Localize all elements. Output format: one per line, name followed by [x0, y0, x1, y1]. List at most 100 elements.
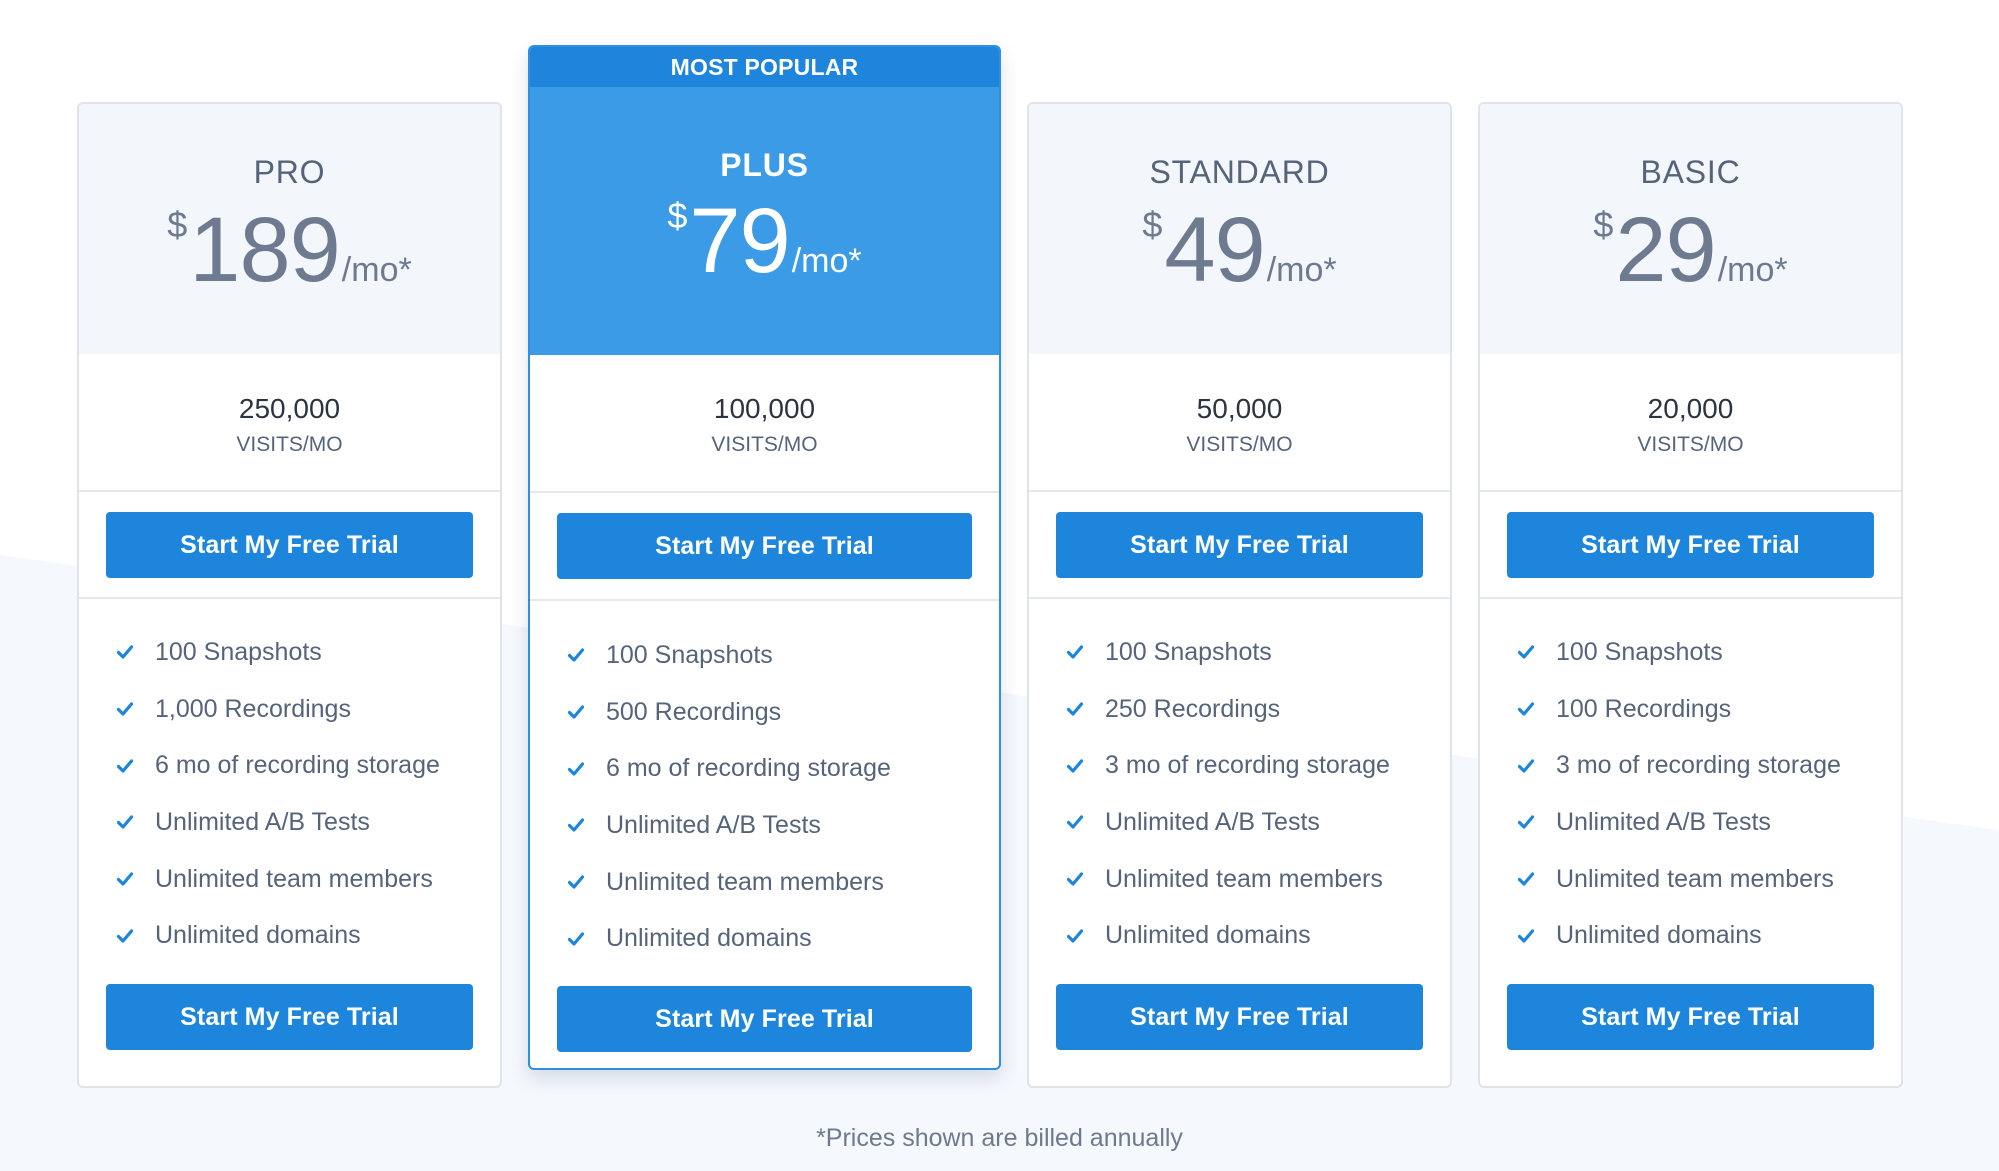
visits-block: 20,000 VISITS/MO — [1480, 393, 1901, 457]
checkmark-icon — [117, 702, 133, 716]
feature-label: 3 mo of recording storage — [1556, 751, 1841, 780]
feature-item: 250 Recordings — [1067, 681, 1390, 738]
visits-block: 250,000 VISITS/MO — [79, 393, 500, 457]
feature-label: Unlimited team members — [155, 864, 433, 893]
visits-unit: VISITS/MO — [711, 433, 818, 456]
start-free-trial-button-bottom[interactable]: Start My Free Trial — [106, 984, 473, 1050]
feature-label: 1,000 Recordings — [155, 694, 351, 723]
feature-item: 100 Snapshots — [1518, 624, 1841, 681]
checkmark-icon — [117, 759, 133, 773]
start-free-trial-button-top[interactable]: Start My Free Trial — [1507, 512, 1874, 578]
feature-item: Unlimited team members — [117, 851, 440, 908]
feature-label: Unlimited A/B Tests — [1556, 807, 1771, 836]
feature-item: 3 mo of recording storage — [1067, 737, 1390, 794]
visits-unit: VISITS/MO — [1186, 433, 1293, 456]
plan-name: PRO — [253, 154, 326, 190]
feature-item: Unlimited domains — [1067, 907, 1390, 964]
start-free-trial-button-top[interactable]: Start My Free Trial — [1056, 512, 1423, 578]
billing-footnote: *Prices shown are billed annually — [816, 1124, 1183, 1152]
visits-unit: VISITS/MO — [236, 433, 343, 456]
checkmark-icon — [1067, 929, 1083, 943]
divider — [1029, 490, 1450, 492]
feature-item: Unlimited A/B Tests — [568, 797, 891, 854]
start-free-trial-button-bottom[interactable]: Start My Free Trial — [1056, 984, 1423, 1050]
checkmark-icon — [1067, 645, 1083, 659]
feature-item: Unlimited A/B Tests — [1067, 794, 1390, 851]
plan-header: PLUS $79/mo* — [530, 87, 999, 355]
price-amount: 49 — [1164, 199, 1265, 301]
feature-label: 100 Snapshots — [155, 637, 322, 666]
pricing-plans: PRO $189/mo* 250,000 VISITS/MO Start My … — [0, 0, 1999, 1171]
visits-count: 50,000 — [1196, 393, 1283, 424]
feature-label: 100 Recordings — [1556, 694, 1732, 723]
most-popular-badge: MOST POPULAR — [530, 47, 999, 87]
feature-list: 100 Snapshots 250 Recordings 3 mo of rec… — [1067, 624, 1390, 964]
feature-label: Unlimited team members — [1556, 864, 1834, 893]
feature-item: 100 Snapshots — [117, 624, 440, 681]
plan-price: $79/mo* — [530, 193, 999, 289]
visits-count: 100,000 — [713, 393, 816, 424]
price-period: /mo* — [1717, 251, 1788, 289]
checkmark-icon — [568, 818, 584, 833]
feature-list: 100 Snapshots 1,000 Recordings 6 mo of r… — [117, 624, 440, 964]
plan-card-standard: STANDARD $49/mo* 50,000 VISITS/MO Start … — [1027, 102, 1452, 1088]
divider — [1029, 597, 1450, 599]
plan-header: PRO $189/mo* — [79, 104, 500, 354]
checkmark-icon — [1518, 872, 1534, 886]
feature-label: Unlimited domains — [1105, 921, 1311, 950]
checkmark-icon — [1067, 759, 1083, 773]
feature-label: 3 mo of recording storage — [1105, 751, 1390, 780]
divider — [530, 599, 999, 601]
checkmark-icon — [1518, 815, 1534, 830]
start-free-trial-button-top[interactable]: Start My Free Trial — [106, 512, 473, 578]
checkmark-icon — [117, 645, 133, 659]
divider — [1480, 597, 1901, 599]
feature-item: 6 mo of recording storage — [568, 740, 891, 797]
price-amount: 79 — [689, 190, 790, 292]
start-free-trial-button-top[interactable]: Start My Free Trial — [557, 513, 972, 579]
feature-item: Unlimited A/B Tests — [1518, 794, 1841, 851]
start-free-trial-button-bottom[interactable]: Start My Free Trial — [557, 986, 972, 1052]
price-currency: $ — [1142, 204, 1163, 245]
feature-item: Unlimited team members — [568, 854, 891, 911]
plan-name: PLUS — [720, 147, 809, 183]
plan-header: BASIC $29/mo* — [1480, 104, 1901, 354]
feature-label: Unlimited A/B Tests — [155, 807, 370, 836]
checkmark-icon — [568, 648, 584, 662]
divider — [1480, 490, 1901, 492]
feature-item: Unlimited team members — [1067, 851, 1390, 908]
checkmark-icon — [117, 872, 133, 886]
visits-block: 100,000 VISITS/MO — [530, 393, 999, 457]
feature-list: 100 Snapshots 100 Recordings 3 mo of rec… — [1518, 624, 1841, 964]
feature-label: Unlimited domains — [155, 921, 361, 950]
checkmark-icon — [1518, 929, 1534, 943]
plan-header: STANDARD $49/mo* — [1029, 104, 1450, 354]
checkmark-icon — [1518, 702, 1534, 716]
feature-item: Unlimited A/B Tests — [117, 794, 440, 851]
plan-card-basic: BASIC $29/mo* 20,000 VISITS/MO Start My … — [1478, 102, 1903, 1088]
feature-item: Unlimited domains — [117, 907, 440, 964]
feature-label: 500 Recordings — [606, 697, 782, 726]
checkmark-icon — [1067, 872, 1083, 886]
plan-card-pro: PRO $189/mo* 250,000 VISITS/MO Start My … — [77, 102, 502, 1088]
feature-label: Unlimited domains — [606, 924, 812, 953]
plan-name: STANDARD — [1149, 154, 1330, 190]
price-currency: $ — [667, 195, 688, 236]
feature-label: 100 Snapshots — [606, 640, 773, 669]
feature-label: Unlimited A/B Tests — [606, 810, 821, 839]
start-free-trial-button-bottom[interactable]: Start My Free Trial — [1507, 984, 1874, 1050]
feature-item: 100 Snapshots — [568, 627, 891, 684]
feature-item: 6 mo of recording storage — [117, 737, 440, 794]
plan-price: $189/mo* — [79, 202, 500, 298]
feature-label: 6 mo of recording storage — [606, 754, 891, 783]
price-period: /mo* — [1266, 251, 1337, 289]
feature-label: 250 Recordings — [1105, 694, 1281, 723]
visits-unit: VISITS/MO — [1637, 433, 1744, 456]
visits-count: 20,000 — [1647, 393, 1734, 424]
feature-label: 100 Snapshots — [1105, 637, 1272, 666]
divider — [79, 490, 500, 492]
plan-card-plus: MOST POPULAR PLUS $79/mo* 100,000 VISITS… — [528, 45, 1001, 1070]
checkmark-icon — [117, 929, 133, 943]
price-currency: $ — [167, 204, 188, 245]
checkmark-icon — [568, 762, 584, 776]
